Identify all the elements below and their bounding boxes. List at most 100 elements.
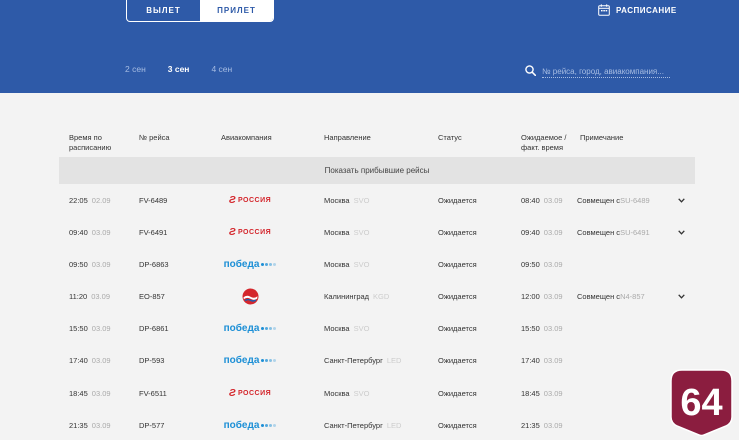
scheduled-time: 21:35 03.09 <box>69 420 111 430</box>
destination: Калининград KGD <box>324 292 390 302</box>
flight-status: Ожидается <box>438 388 477 398</box>
flight-status: Ожидается <box>438 195 477 205</box>
scheduled-time: 17:40 03.09 <box>69 356 111 366</box>
flight-status: Ожидается <box>438 227 477 237</box>
destination: Санкт-Петербург LED <box>324 420 402 430</box>
airline-cell: победа <box>220 345 280 377</box>
destination: Москва SVO <box>324 227 370 237</box>
airline-cell: Ƨ РОССИЯ <box>220 216 280 248</box>
col-airline: Авиакомпания <box>221 133 272 142</box>
col-expected-line1: Ожидаемое / <box>521 133 567 142</box>
expected-time: 21:35 03.09 <box>521 420 563 430</box>
date-next[interactable]: 4 сен <box>211 64 232 74</box>
col-flight: № рейса <box>139 133 170 142</box>
flight-search[interactable]: № рейса, город, авиакомпания... <box>525 63 670 81</box>
flight-status: Ожидается <box>438 420 477 430</box>
destination: Москва SVO <box>324 195 370 205</box>
flight-number: DP-577 <box>139 420 165 430</box>
flight-number: FV-6491 <box>139 227 168 237</box>
destination: Москва SVO <box>324 259 370 269</box>
date-prev[interactable]: 2 сен <box>125 64 146 74</box>
airline-cell: Ƨ РОССИЯ <box>220 377 280 409</box>
table-row[interactable]: 09:50 03.09 DP-6863 победа Москва SVO Ожидаетс… <box>0 248 739 280</box>
table-row[interactable]: 18:45 03.09 FV-6511 Ƨ РОССИЯ Москва SVO Ожидает… <box>0 377 739 409</box>
table-row[interactable]: 21:35 03.09 DP-577 победа Санкт-Петербург LED… <box>0 409 739 440</box>
scheduled-time: 18:45 03.09 <box>69 388 111 398</box>
flight-status: Ожидается <box>438 292 477 302</box>
flight-note: Совмещен с N4-857 <box>577 292 645 302</box>
departure-tab[interactable]: ВЫЛЕТ <box>127 0 200 21</box>
flight-number: FV-6511 <box>139 388 167 398</box>
table-row[interactable]: 22:05 02.09 FV-6489 Ƨ РОССИЯ Москва SVO Ожидает… <box>0 184 739 216</box>
col-status: Статус <box>438 133 462 142</box>
col-destination: Направление <box>324 133 371 142</box>
flight-number: DP-6861 <box>139 324 169 334</box>
airline-cell: победа <box>220 313 280 345</box>
destination: Москва SVO <box>324 388 370 398</box>
badge-text: 64 <box>680 382 722 424</box>
pobeda-logo: победа <box>224 323 277 334</box>
chevron-down-icon[interactable] <box>678 216 685 248</box>
header-bar: ВЫЛЕТ ПРИЛЕТ РАСПИСАНИЕ 2 сен 3 сен 4 се… <box>0 0 739 93</box>
search-icon <box>525 63 537 81</box>
badge-64-logo: 64 <box>670 369 733 436</box>
arrival-tab[interactable]: ПРИЛЕТ <box>200 0 273 21</box>
schedule-label: РАСПИСАНИЕ <box>616 5 677 15</box>
date-current[interactable]: 3 сен <box>168 64 190 74</box>
pobeda-logo: победа <box>224 259 277 270</box>
col-scheduled-time: Время по расписанию <box>69 133 111 153</box>
schedule-link[interactable]: РАСПИСАНИЕ <box>598 4 677 16</box>
table-row[interactable]: 15:50 03.09 DP-6861 победа Москва SVO Ожидаетс… <box>0 313 739 345</box>
table-header: Время по расписанию № рейса Авиакомпания… <box>0 133 739 155</box>
show-arrived-button[interactable]: Показать прибывшие рейсы <box>59 157 695 184</box>
calendar-icon <box>598 4 610 16</box>
scheduled-time: 15:50 03.09 <box>69 324 111 334</box>
search-input[interactable]: № рейса, город, авиакомпания... <box>542 67 670 78</box>
scheduled-time: 09:50 03.09 <box>69 259 111 269</box>
expected-time: 15:50 03.09 <box>521 324 563 334</box>
scheduled-time: 09:40 03.09 <box>69 227 111 237</box>
scheduled-time: 22:05 02.09 <box>69 195 111 205</box>
col-note: Примечание <box>580 133 624 142</box>
airline-cell <box>220 281 280 313</box>
expected-time: 17:40 03.09 <box>521 356 563 366</box>
pegas-logo <box>242 288 258 305</box>
expected-time: 09:40 03.09 <box>521 227 563 237</box>
scheduled-time: 11:20 03.09 <box>69 292 110 302</box>
flight-note: Совмещен с SU-6489 <box>577 195 650 205</box>
flight-number: DP-593 <box>139 356 165 366</box>
flight-status: Ожидается <box>438 356 477 366</box>
airline-cell: Ƨ РОССИЯ <box>220 184 280 216</box>
date-selector: 2 сен 3 сен 4 сен <box>125 64 232 74</box>
table-row[interactable]: 17:40 03.09 DP-593 победа Санкт-Петербург LED… <box>0 345 739 377</box>
pobeda-logo: победа <box>224 355 277 366</box>
airline-cell: победа <box>220 409 280 440</box>
col-expected-time: Ожидаемое / факт. время <box>521 133 566 153</box>
chevron-down-icon[interactable] <box>678 281 685 313</box>
flight-number: FV-6489 <box>139 195 168 205</box>
rossiya-logo: Ƨ РОССИЯ <box>228 194 272 206</box>
airline-cell: победа <box>220 248 280 280</box>
flight-number: DP-6863 <box>139 259 169 269</box>
flight-status: Ожидается <box>438 324 477 334</box>
destination: Санкт-Петербург LED <box>324 356 402 366</box>
destination: Москва SVO <box>324 324 370 334</box>
col-expected-line2: факт. время <box>521 143 564 152</box>
pobeda-logo: победа <box>224 420 277 431</box>
flight-note: Совмещен с SU-6491 <box>577 227 650 237</box>
table-row[interactable]: 09:40 03.09 FV-6491 Ƨ РОССИЯ Москва SVO Ожидает… <box>0 216 739 248</box>
rossiya-logo: Ƨ РОССИЯ <box>228 226 272 238</box>
flight-list: 22:05 02.09 FV-6489 Ƨ РОССИЯ Москва SVO Ожидает… <box>0 184 739 440</box>
expected-time: 08:40 03.09 <box>521 195 563 205</box>
expected-time: 12:00 03.09 <box>521 292 563 302</box>
chevron-down-icon[interactable] <box>678 184 685 216</box>
col-scheduled-time-line2: расписанию <box>69 143 112 152</box>
expected-time: 09:50 03.09 <box>521 259 563 269</box>
table-row[interactable]: 11:20 03.09 EO-857 Калининград KGD Ожидается 1… <box>0 281 739 313</box>
flight-number: EO-857 <box>139 292 165 302</box>
direction-toggle: ВЫЛЕТ ПРИЛЕТ <box>126 0 274 22</box>
rossiya-logo: Ƨ РОССИЯ <box>228 387 272 399</box>
col-scheduled-time-line1: Время по <box>69 133 102 142</box>
flight-status: Ожидается <box>438 259 477 269</box>
expected-time: 18:45 03.09 <box>521 388 563 398</box>
